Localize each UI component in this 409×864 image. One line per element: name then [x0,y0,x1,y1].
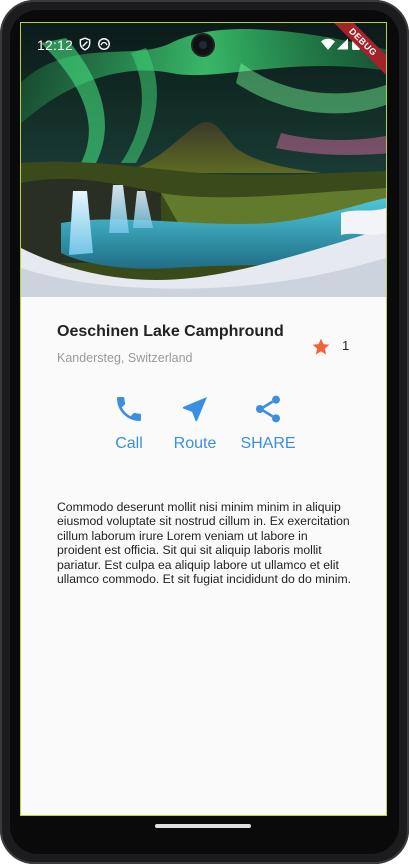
share-icon [252,393,284,425]
home-gesture-handle[interactable] [155,824,251,828]
call-label: Call [115,435,143,452]
route-label: Route [173,435,217,452]
call-button[interactable]: Call [94,393,164,453]
place-location: Kandersteg, Switzerland [57,351,193,365]
device-frame: 12:12 DEBUG Oeschinen Lake Camphround Ka… [0,0,409,864]
place-title: Oeschinen Lake Camphround [57,323,284,340]
share-label: SHARE [240,435,296,452]
shield-icon [78,37,92,56]
place-description: Commodo deserunt mollit nisi minim minim… [57,500,351,587]
signal-icon [337,37,348,55]
app-screen: 12:12 DEBUG Oeschinen Lake Camphround Ka… [20,22,387,816]
status-bar: 12:12 [21,23,386,67]
rating-count: 1 [342,338,350,353]
share-button[interactable]: SHARE [233,393,303,453]
system-navigation-bar [10,814,399,854]
star-icon[interactable] [311,337,331,357]
app-status-icon [97,37,111,56]
navigation-icon [179,393,211,425]
phone-icon [113,393,145,425]
status-time: 12:12 [37,37,74,53]
route-button[interactable]: Route [160,393,230,453]
wifi-icon [321,37,335,55]
front-camera [193,35,213,55]
